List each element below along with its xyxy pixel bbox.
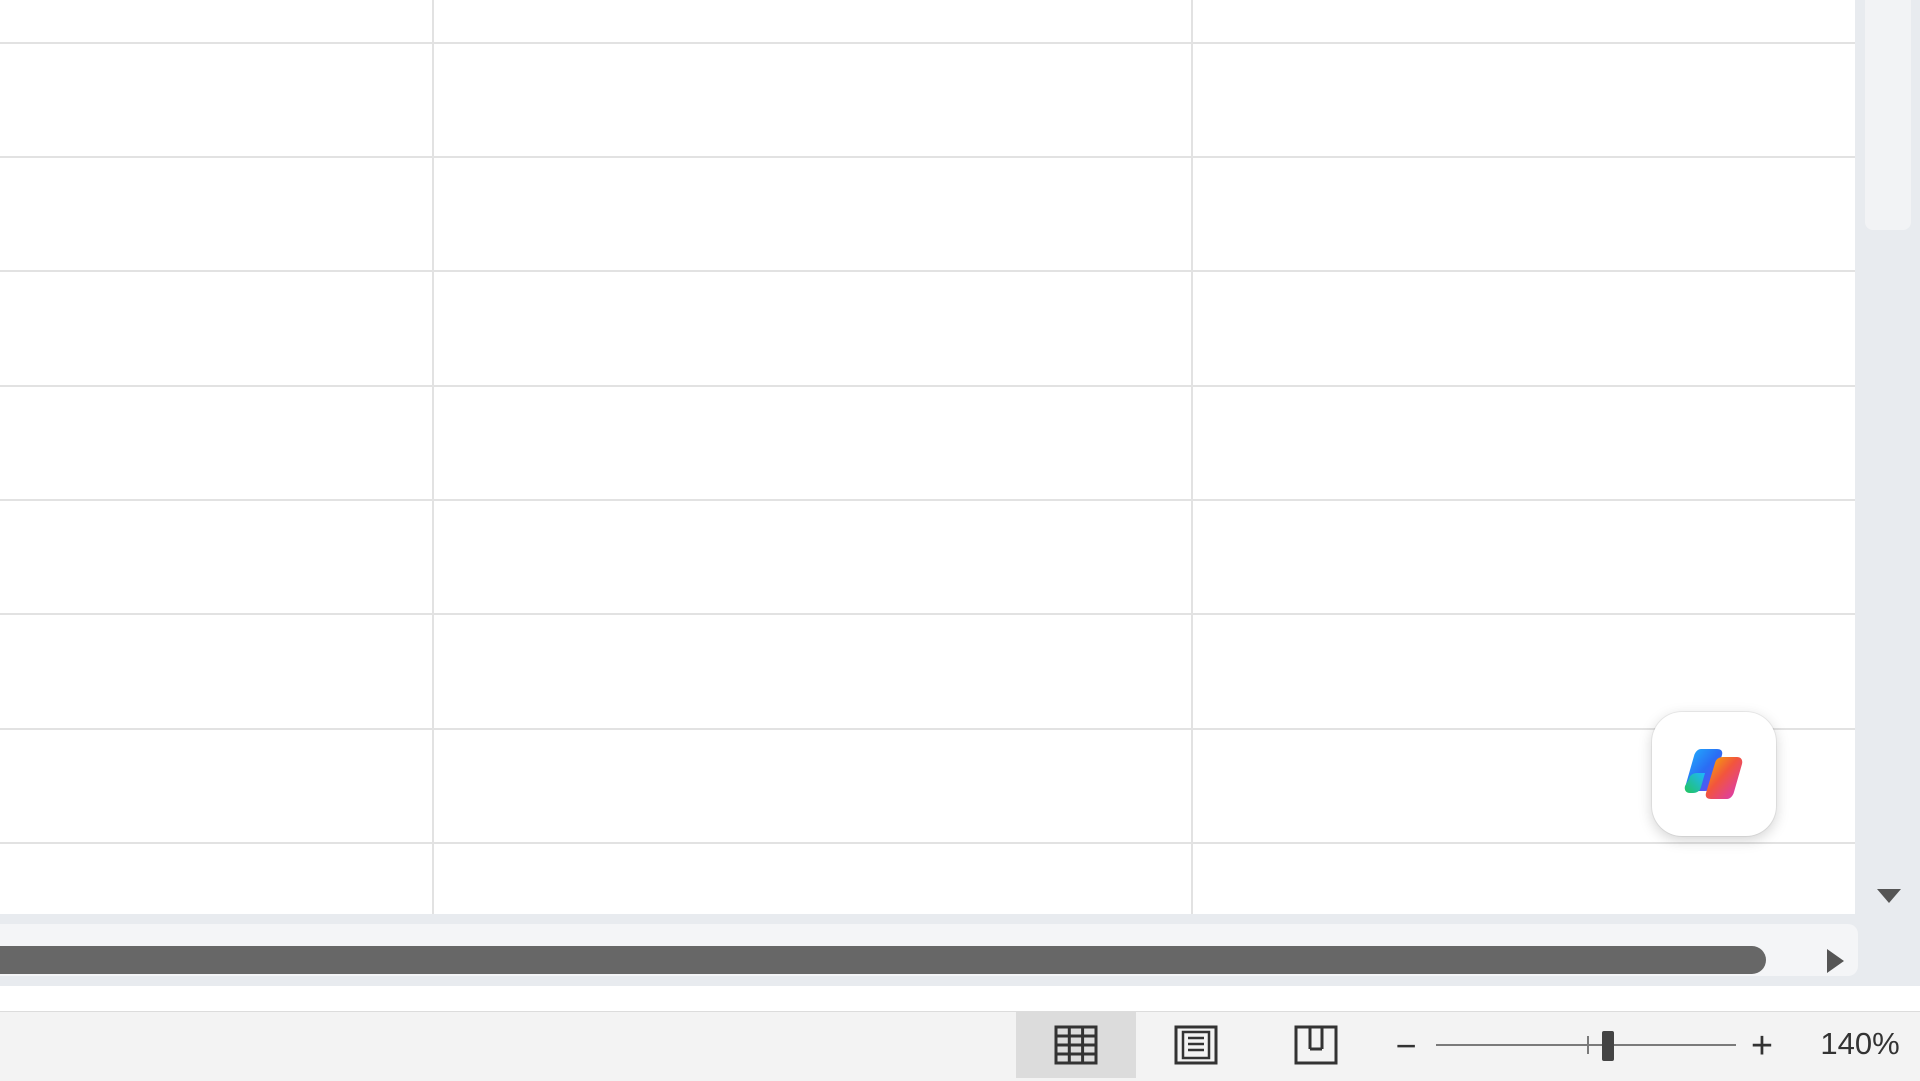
worksheet-grid[interactable] xyxy=(0,0,1855,914)
vertical-scrollbar-thumb[interactable] xyxy=(1865,0,1911,230)
triangle-right-icon xyxy=(1827,949,1844,973)
zoom-in-button[interactable]: + xyxy=(1742,1026,1782,1066)
row-gridline xyxy=(0,728,1855,730)
copilot-button[interactable] xyxy=(1652,712,1776,836)
horizontal-scrollbar[interactable] xyxy=(0,914,1920,986)
plus-icon: + xyxy=(1750,1025,1774,1067)
row-gridline xyxy=(0,499,1855,501)
page-break-preview-icon xyxy=(1294,1025,1338,1065)
scroll-down-button[interactable] xyxy=(1875,884,1903,908)
column-gridline xyxy=(1191,0,1193,914)
column-gridline xyxy=(432,0,434,914)
row-gridline xyxy=(0,42,1855,44)
row-gridline xyxy=(0,385,1855,387)
zoom-level-label[interactable]: 140% xyxy=(1808,1011,1912,1077)
row-gridline xyxy=(0,270,1855,272)
zoom-slider-thumb[interactable] xyxy=(1601,1031,1614,1061)
page-layout-view-button[interactable] xyxy=(1136,1012,1256,1078)
horizontal-scrollbar-thumb[interactable] xyxy=(0,946,1766,974)
status-bar: − + xyxy=(0,1011,1920,1081)
row-gridline xyxy=(0,613,1855,615)
minus-icon: − xyxy=(1395,1025,1417,1066)
triangle-down-icon xyxy=(1877,889,1901,903)
zoom-slider-center-tick xyxy=(1587,1036,1589,1054)
zoom-slider-track[interactable] xyxy=(1436,1044,1736,1046)
scroll-right-button[interactable] xyxy=(1818,944,1852,978)
row-gridline xyxy=(0,156,1855,158)
zoom-out-button[interactable]: − xyxy=(1386,1026,1426,1066)
row-gridline xyxy=(0,842,1855,844)
normal-view-button[interactable] xyxy=(1016,1012,1136,1078)
copilot-icon xyxy=(1684,749,1743,799)
vertical-scrollbar[interactable] xyxy=(1855,0,1920,914)
grid-view-icon xyxy=(1054,1025,1098,1065)
page-layout-icon xyxy=(1174,1025,1218,1065)
page-break-preview-button[interactable] xyxy=(1256,1012,1376,1078)
